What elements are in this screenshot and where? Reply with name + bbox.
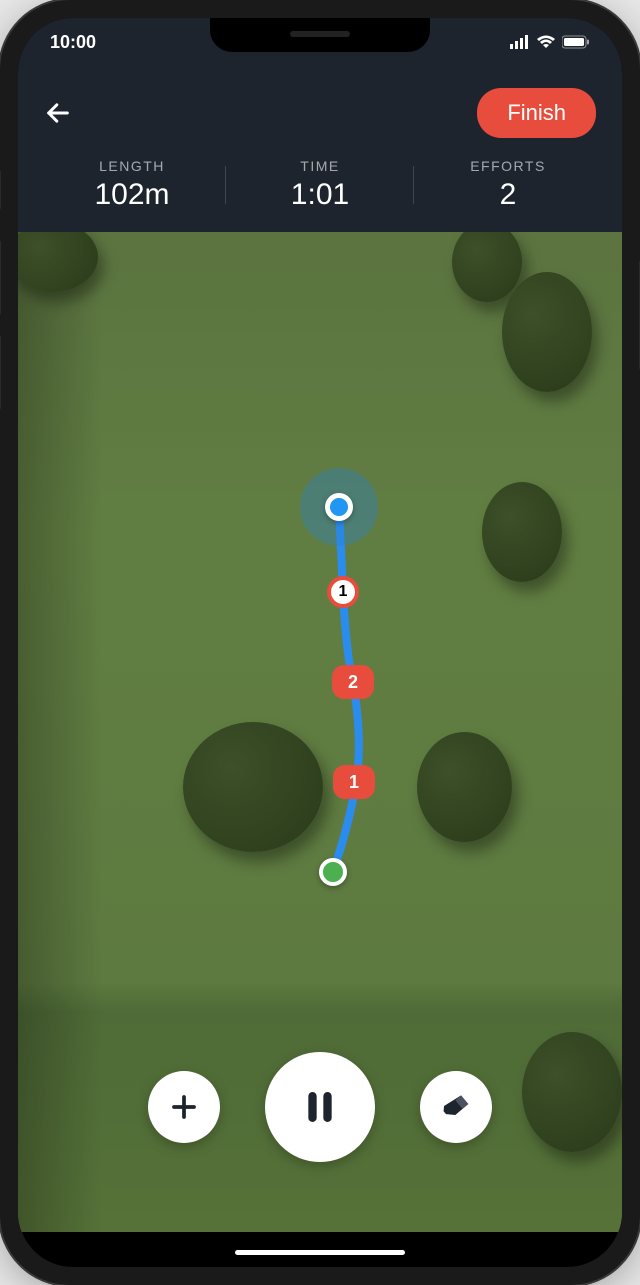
waypoint-marker-1[interactable]: 1 [327, 576, 359, 608]
stat-length-value: 102m [38, 178, 226, 212]
endpoint-marker[interactable] [319, 858, 347, 886]
pause-button[interactable] [265, 1052, 375, 1162]
stat-time-value: 1:01 [226, 178, 414, 212]
status-indicators [510, 35, 590, 49]
phone-frame: 10:00 Finish LENGTH 102m TIME [0, 0, 640, 1285]
waypoint-label: 2 [348, 672, 358, 693]
stat-length: LENGTH 102m [38, 158, 226, 212]
plus-icon [169, 1092, 199, 1122]
stat-efforts: EFFORTS 2 [414, 158, 602, 212]
eraser-icon [440, 1091, 472, 1123]
map-controls [18, 1052, 622, 1162]
back-button[interactable] [44, 93, 84, 133]
finish-button[interactable]: Finish [477, 88, 596, 138]
stat-efforts-value: 2 [414, 178, 602, 212]
add-button[interactable] [148, 1071, 220, 1143]
notch [210, 18, 430, 52]
map-view[interactable]: 1 2 1 [18, 232, 622, 1232]
stat-efforts-label: EFFORTS [414, 158, 602, 174]
side-button [0, 240, 1, 315]
erase-button[interactable] [420, 1071, 492, 1143]
side-button [0, 335, 1, 410]
battery-icon [562, 35, 590, 49]
stats-row: LENGTH 102m TIME 1:01 EFFORTS 2 [18, 158, 622, 212]
pause-icon [300, 1085, 340, 1129]
current-location-marker[interactable] [325, 493, 353, 521]
home-indicator[interactable] [235, 1250, 405, 1255]
stat-time: TIME 1:01 [226, 158, 414, 212]
screen: 10:00 Finish LENGTH 102m TIME [18, 18, 622, 1267]
waypoint-label: 1 [349, 772, 359, 793]
side-button [0, 170, 1, 210]
stat-length-label: LENGTH [38, 158, 226, 174]
waypoint-label: 1 [339, 583, 348, 601]
wifi-icon [536, 35, 556, 49]
stat-time-label: TIME [226, 158, 414, 174]
waypoint-marker-3[interactable]: 1 [333, 765, 375, 799]
waypoint-marker-2[interactable]: 2 [332, 665, 374, 699]
arrow-left-icon [44, 99, 72, 127]
status-time: 10:00 [50, 32, 96, 53]
cellular-icon [510, 35, 530, 49]
